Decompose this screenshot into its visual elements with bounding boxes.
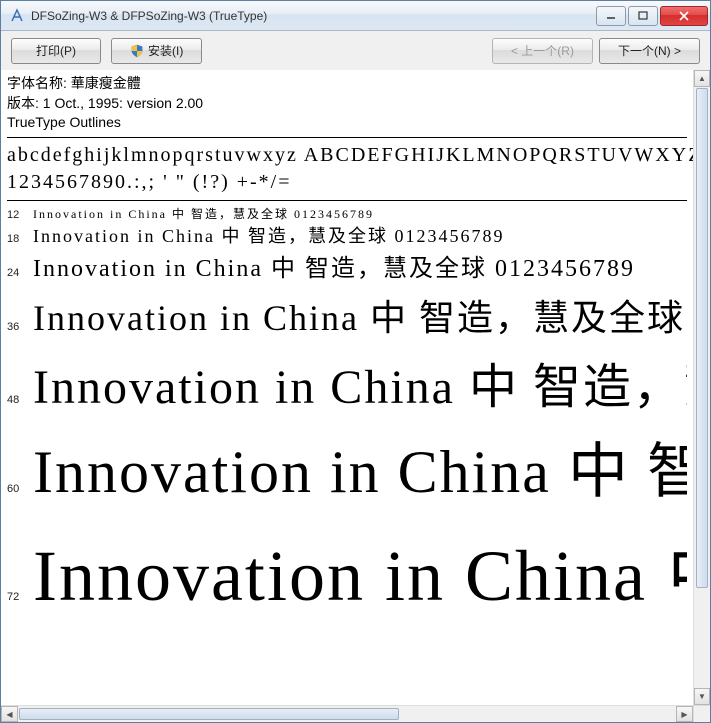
vertical-scroll-thumb[interactable] [696,88,708,588]
install-button[interactable]: 安装(I) [111,38,202,64]
size-label: 48 [7,394,33,406]
alphabet-block: abcdefghijklmnopqrstuvwxyz ABCDEFGHIJKLM… [7,137,687,201]
sample-text: Innovation in China 中 智造，慧及全球 0123456789 [33,423,687,510]
horizontal-scrollbar[interactable]: ◀ ▶ [1,705,693,722]
scroll-up-arrow-icon[interactable]: ▲ [694,70,710,87]
next-button-label: 下一个(N) > [618,42,681,59]
next-button[interactable]: 下一个(N) > [599,38,700,64]
horizontal-scroll-thumb[interactable] [19,708,399,720]
print-button-label: 打印(P) [36,42,76,59]
font-app-icon [9,8,25,24]
scroll-right-arrow-icon[interactable]: ▶ [676,706,693,722]
print-button[interactable]: 打印(P) [11,38,101,64]
sample-text: Innovation in China 中 智造，慧及全球 0123456789 [33,222,504,248]
font-meta-block: 字体名称: 華康瘦金體 版本: 1 Oct., 1995: version 2.… [7,72,687,137]
minimize-button[interactable] [596,6,626,26]
meta-name-label: 字体名称: [7,75,67,91]
prev-button: < 上一个(R) [492,38,593,64]
sample-text: Innovation in China 中 智造，慧及全球 0123456789 [33,347,687,417]
content-area: 字体名称: 華康瘦金體 版本: 1 Oct., 1995: version 2.… [1,70,710,722]
sample-row-72: 72 Innovation in China 中 智造，慧及全球 0123456… [7,510,687,621]
scroll-left-arrow-icon[interactable]: ◀ [1,706,18,722]
scroll-down-arrow-icon[interactable]: ▼ [694,688,710,705]
scroll-viewport: 字体名称: 華康瘦金體 版本: 1 Oct., 1995: version 2.… [1,70,693,705]
size-label: 12 [7,209,33,221]
size-label: 36 [7,321,33,333]
meta-name-row: 字体名称: 華康瘦金體 [7,74,687,94]
close-button[interactable] [660,6,708,26]
size-label: 18 [7,233,33,245]
meta-version-label: 版本: [7,95,39,111]
prev-button-label: < 上一个(R) [511,42,574,59]
size-label: 60 [7,483,33,495]
meta-outlines: TrueType Outlines [7,113,687,133]
sample-row-12: 12 Innovation in China 中 智造，慧及全球 0123456… [7,201,687,222]
sample-row-18: 18 Innovation in China 中 智造，慧及全球 0123456… [7,222,687,248]
toolbar: 打印(P) 安装(I) < 上一个(R) 下一个(N) > [1,31,710,71]
meta-version-value: 1 Oct., 1995: version 2.00 [43,95,203,111]
scrollbar-corner [693,705,710,722]
titlebar: DFSoZing-W3 & DFPSoZing-W3 (TrueType) [1,1,710,31]
sample-text: Innovation in China 中 智造，慧及全球 0123456789 [33,205,374,222]
install-button-label: 安装(I) [148,42,183,59]
sample-text: Innovation in China 中 智造，慧及全球 0123456789 [33,248,635,283]
alphabet-line-1: abcdefghijklmnopqrstuvwxyz ABCDEFGHIJKLM… [7,142,687,169]
meta-name-value: 華康瘦金體 [71,75,141,91]
size-label: 24 [7,267,33,279]
window-title: DFSoZing-W3 & DFPSoZing-W3 (TrueType) [31,9,594,23]
size-label: 72 [7,591,33,603]
sample-row-48: 48 Innovation in China 中 智造，慧及全球 0123456… [7,341,687,417]
window-controls [594,6,708,26]
sample-row-24: 24 Innovation in China 中 智造，慧及全球 0123456… [7,248,687,283]
alphabet-line-2: 1234567890.:,; ' " (!?) +-*/= [7,169,687,196]
sample-row-60: 60 Innovation in China 中 智造，慧及全球 0123456… [7,417,687,510]
sample-text: Innovation in China 中 智造，慧及全球 0123456789 [33,289,687,341]
sample-row-36: 36 Innovation in China 中 智造，慧及全球 0123456… [7,283,687,341]
meta-version-row: 版本: 1 Oct., 1995: version 2.00 [7,94,687,114]
sample-text: Innovation in China 中 智造，慧及全球 0123456789 [33,516,687,621]
uac-shield-icon [130,44,144,58]
vertical-scrollbar[interactable]: ▲ ▼ [693,70,710,705]
maximize-button[interactable] [628,6,658,26]
